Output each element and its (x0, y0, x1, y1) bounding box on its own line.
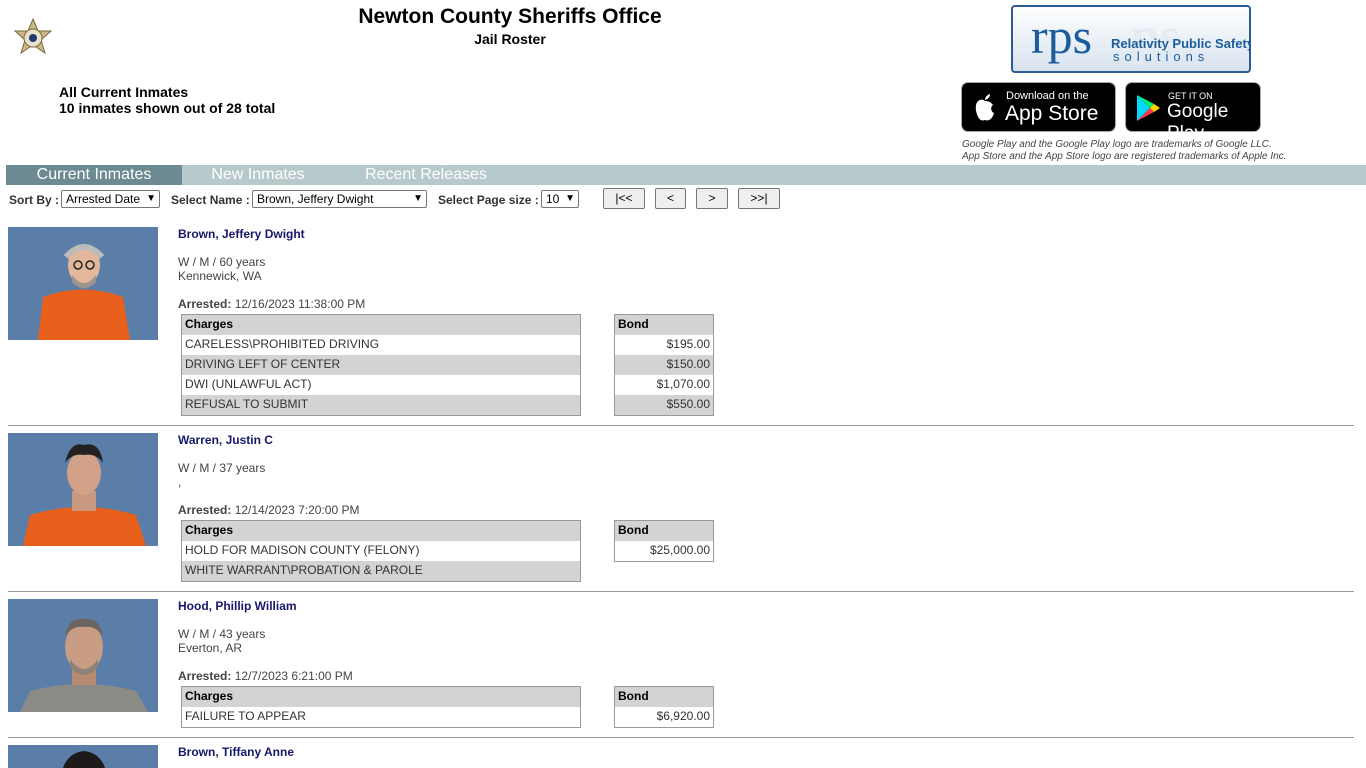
google-play-icon (1137, 95, 1160, 121)
bond-header: Bond (615, 315, 713, 335)
google-play-button[interactable]: GET IT ON Google Play (1125, 82, 1261, 144)
inmate-divider (8, 591, 1354, 592)
charge-row: DRIVING LEFT OF CENTER (182, 355, 580, 375)
charges-header: Charges (182, 687, 580, 707)
bond-table: Bond $195.00 $150.00 $1,070.00 $550.00 (614, 314, 714, 416)
rps-logo-graphic: ps rps Relativity Public Safety solution… (1011, 5, 1255, 73)
inmate-name-link[interactable]: Brown, Tiffany Anne (178, 745, 294, 759)
google-play-small-text: GET IT ON (1168, 91, 1213, 101)
chevron-down-icon: ▼ (565, 193, 575, 204)
inmate-mugshot-image (8, 745, 158, 768)
apple-trademark-text: App Store and the App Store logo are reg… (962, 151, 1287, 162)
bond-row: $1,070.00 (656, 377, 710, 391)
charges-header: Charges (182, 521, 580, 541)
trademark-notice: Google Play and the Google Play logo are… (962, 139, 1286, 163)
arrested-label: Arrested: (178, 503, 232, 517)
inmate-location: , (178, 475, 182, 489)
charge-row: WHITE WARRANT\PROBATION & PAROLE (182, 561, 580, 581)
arrested-date: 12/14/2023 7:20:00 PM (234, 503, 360, 517)
bond-row: $6,920.00 (656, 709, 710, 723)
inmate-location: Everton, AR (178, 641, 243, 655)
arrested-label: Arrested: (178, 297, 232, 311)
bond-row: $550.00 (615, 395, 713, 415)
charges-header: Charges (182, 315, 580, 335)
inmate-race-sex-age: W / M / 43 years (178, 627, 266, 641)
bond-row: $150.00 (615, 355, 713, 375)
inmate-photo[interactable] (8, 433, 158, 546)
chevron-down-icon: ▼ (146, 193, 156, 204)
inmate-count: 10 inmates shown out of 28 total (59, 100, 276, 116)
roster-summary: All Current Inmates 10 inmates shown out… (59, 84, 275, 116)
inmate-mugshot-image (8, 599, 158, 712)
page-title: Newton County Sheriffs Office (358, 5, 662, 28)
app-store-big-text: App Store (1005, 102, 1099, 125)
select-name-label: Select Name : (171, 193, 250, 207)
page-subtitle: Jail Roster (474, 31, 546, 47)
inmate-mugshot-image (8, 227, 158, 340)
sort-by-select[interactable]: Arrested Date ▼ (61, 190, 160, 208)
select-name-select[interactable]: Brown, Jeffery Dwight ▼ (252, 190, 427, 208)
chevron-down-icon: ▼ (413, 193, 423, 204)
charge-row: REFUSAL TO SUBMIT (182, 395, 580, 415)
inmate-demographics: W / M / 60 years Kennewick, WA (178, 255, 265, 283)
bond-table: Bond $6,920.00 (614, 686, 714, 728)
arrest-info: Arrested: 12/7/2023 6:21:00 PM (178, 669, 353, 683)
bond-header: Bond (615, 521, 713, 541)
inmate-divider (8, 737, 1354, 738)
inmate-photo[interactable] (8, 227, 158, 340)
inmate-name-link[interactable]: Hood, Phillip William (178, 599, 297, 613)
roster-nav-bar: Current Inmates New Inmates Recent Relea… (6, 165, 1366, 185)
arrested-date: 12/16/2023 11:38:00 PM (234, 297, 366, 311)
charge-row: CARELESS\PROHIBITED DRIVING (185, 337, 380, 351)
charge-row: FAILURE TO APPEAR (185, 709, 306, 723)
page-size-label: Select Page size : (438, 193, 539, 207)
inmate-name-link[interactable]: Warren, Justin C (178, 433, 273, 447)
prev-page-button[interactable]: < (655, 188, 686, 209)
charges-table: Charges FAILURE TO APPEAR (181, 686, 581, 728)
inmate-photo[interactable] (8, 745, 158, 768)
charge-row: HOLD FOR MADISON COUNTY (FELONY) (185, 543, 420, 557)
inmate-location: Kennewick, WA (178, 269, 262, 283)
last-page-button[interactable]: >>| (738, 188, 780, 209)
bond-table: Bond $25,000.00 (614, 520, 714, 562)
roster-heading: All Current Inmates (59, 84, 189, 100)
arrest-info: Arrested: 12/16/2023 11:38:00 PM (178, 297, 365, 311)
rps-logo-mark: rps (1031, 8, 1092, 64)
tab-recent-releases[interactable]: Recent Releases (341, 165, 511, 185)
inmate-divider (8, 425, 1354, 426)
charges-table: Charges HOLD FOR MADISON COUNTY (FELONY)… (181, 520, 581, 582)
sort-by-value: Arrested Date (66, 192, 141, 206)
arrested-date: 12/7/2023 6:21:00 PM (234, 669, 353, 683)
bond-header: Bond (615, 687, 713, 707)
select-name-value: Brown, Jeffery Dwight (257, 192, 374, 206)
google-trademark-text: Google Play and the Google Play logo are… (962, 139, 1272, 150)
inmate-demographics: W / M / 43 years Everton, AR (178, 627, 265, 655)
charges-table: Charges CARELESS\PROHIBITED DRIVING DRIV… (181, 314, 581, 416)
page-size-value: 10 (546, 192, 560, 206)
inmate-photo[interactable] (8, 599, 158, 712)
apple-icon (975, 94, 994, 121)
inmate-race-sex-age: W / M / 37 years (178, 461, 266, 475)
arrest-info: Arrested: 12/14/2023 7:20:00 PM (178, 503, 359, 517)
first-page-button[interactable]: |<< (603, 188, 645, 209)
app-store-button[interactable]: Download on the App Store (961, 82, 1116, 132)
arrested-label: Arrested: (178, 669, 232, 683)
inmate-race-sex-age: W / M / 60 years (178, 255, 266, 269)
inmate-mugshot-image (8, 433, 158, 546)
rps-logo-line2: solutions (1113, 49, 1209, 64)
bond-row: $25,000.00 (649, 543, 710, 557)
next-page-button[interactable]: > (696, 188, 728, 209)
app-store-small-text: Download on the (1006, 90, 1089, 102)
inmate-name-link[interactable]: Brown, Jeffery Dwight (178, 227, 305, 241)
rps-logo[interactable]: ps rps Relativity Public Safety solution… (1011, 5, 1255, 73)
tab-new-inmates[interactable]: New Inmates (182, 165, 334, 185)
tab-current-inmates[interactable]: Current Inmates (6, 165, 182, 185)
inmate-demographics: W / M / 37 years , (178, 461, 265, 489)
page-size-select[interactable]: 10 ▼ (541, 190, 579, 208)
sheriff-badge-logo (13, 18, 53, 55)
bond-row: $195.00 (666, 337, 710, 351)
charge-row: DWI (UNLAWFUL ACT) (185, 377, 312, 391)
sort-by-label: Sort By : (9, 193, 60, 207)
